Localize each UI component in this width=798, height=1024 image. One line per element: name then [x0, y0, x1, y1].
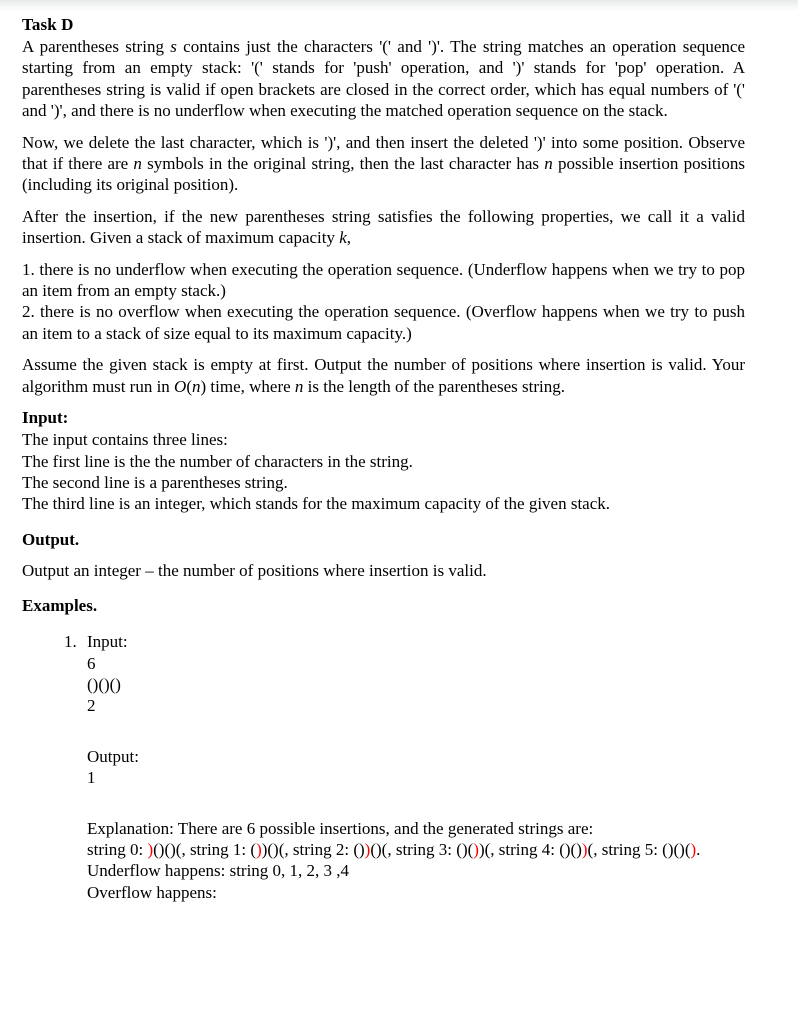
property-item-2: 2. there is no overflow when executing t… — [22, 302, 745, 343]
list-item-marker: 1. — [64, 632, 77, 652]
output-section-text: Output an integer – the number of positi… — [22, 560, 487, 580]
generated-string-prefix: () — [353, 839, 365, 859]
math-var-n: n — [192, 376, 201, 396]
explanation-underflow: Underflow happens: string 0, 1, 2, 3 ,4 — [87, 861, 350, 881]
generated-string-value: ())()( — [353, 840, 387, 859]
math-var-s: s — [170, 37, 177, 56]
generated-string-value: ()())( — [456, 840, 490, 859]
paragraph-definition: A parentheses string s contains just the… — [22, 36, 745, 122]
generated-string-prefix: ()()( — [662, 839, 691, 859]
explanation-intro: Explanation: There are 6 possible insert… — [87, 818, 594, 838]
output-section-heading: Output. — [22, 529, 80, 549]
paragraph-valid-insertion: After the insertion, if the new parenthe… — [22, 206, 745, 249]
generated-string-label: string 2: — [292, 839, 354, 859]
list-item: 1. Input: 6 ()()() 2 Output: 1 — [22, 631, 745, 788]
math-var-n: n — [294, 376, 304, 396]
paragraph-deletion-insertion-text: Now, we delete the last character, which… — [22, 132, 745, 195]
input-line-4: The third line is an integer, which stan… — [22, 494, 611, 514]
generated-string-label: string 5: — [601, 839, 663, 859]
generated-string-separator: , — [387, 839, 396, 859]
generated-string-value: ())()( — [250, 840, 284, 859]
generated-string-label: string 1: — [189, 839, 251, 859]
math-big-o: O — [174, 376, 187, 396]
examples-section-heading: Examples. — [22, 596, 98, 616]
example-output-line-1: 1 — [87, 768, 96, 788]
explanation-overflow: Overflow happens: — [87, 882, 217, 902]
example-input-line-2: ()()() — [87, 674, 121, 694]
example-output-label: Output: — [87, 746, 139, 766]
property-item-1: 1. there is no underflow when executing … — [22, 259, 745, 301]
generated-string-suffix: )()( — [261, 839, 285, 859]
document-page: Task D A parentheses string s contains j… — [0, 0, 798, 903]
generated-string-prefix: ()() — [559, 839, 582, 859]
generated-string-label: string 3: — [395, 839, 457, 859]
example-input-line-3: 2 — [87, 696, 96, 716]
math-var-n: n — [133, 154, 142, 174]
generated-string-suffix: ()()( — [153, 839, 182, 859]
generated-string-label: string 0: — [87, 839, 148, 859]
generated-string-separator: . — [696, 839, 701, 859]
math-var-n: n — [544, 154, 553, 174]
input-line-2: The first line is the the number of char… — [22, 451, 413, 471]
generated-string-label: string 4: — [498, 839, 560, 859]
math-var-k: k — [339, 228, 347, 248]
generated-string-suffix: ()( — [370, 839, 388, 859]
paragraph-complexity-text: Assume the given stack is empty at first… — [22, 355, 745, 396]
examples-list: 1. Input: 6 ()()() 2 Output: 1 — [22, 631, 745, 788]
example-input-line-1: 6 — [87, 653, 96, 673]
generated-string-separator: , — [490, 839, 499, 859]
page-title: Task D — [22, 15, 74, 34]
paragraph-deletion-insertion: Now, we delete the last character, which… — [22, 132, 745, 196]
generated-string-suffix: )( — [478, 839, 491, 859]
paragraph-definition-text: A parentheses string s contains just the… — [22, 37, 746, 121]
explanation-block: Explanation: There are 6 possible insert… — [87, 818, 767, 904]
paragraph-complexity: Assume the given stack is empty at first… — [22, 354, 745, 397]
input-line-1: The input contains three lines: — [22, 430, 228, 450]
example-input-label: Input: — [87, 632, 128, 652]
generated-string-value: )()()( — [147, 840, 181, 859]
generated-string-value: ()())( — [559, 840, 593, 859]
generated-string-prefix: ()( — [456, 839, 474, 859]
generated-string-value: ()()() — [662, 840, 696, 859]
generated-string-separator: , — [593, 839, 602, 859]
input-section-heading: Input: — [22, 408, 69, 428]
paragraph-valid-insertion-text: After the insertion, if the new parenthe… — [22, 206, 745, 248]
generated-string-separator: , — [284, 839, 293, 859]
input-line-3: The second line is a parentheses string. — [22, 472, 288, 492]
explanation-generated-strings: string 0: )()()(, string 1: ())()(, stri… — [87, 839, 767, 860]
generated-string-separator: , — [181, 839, 190, 859]
